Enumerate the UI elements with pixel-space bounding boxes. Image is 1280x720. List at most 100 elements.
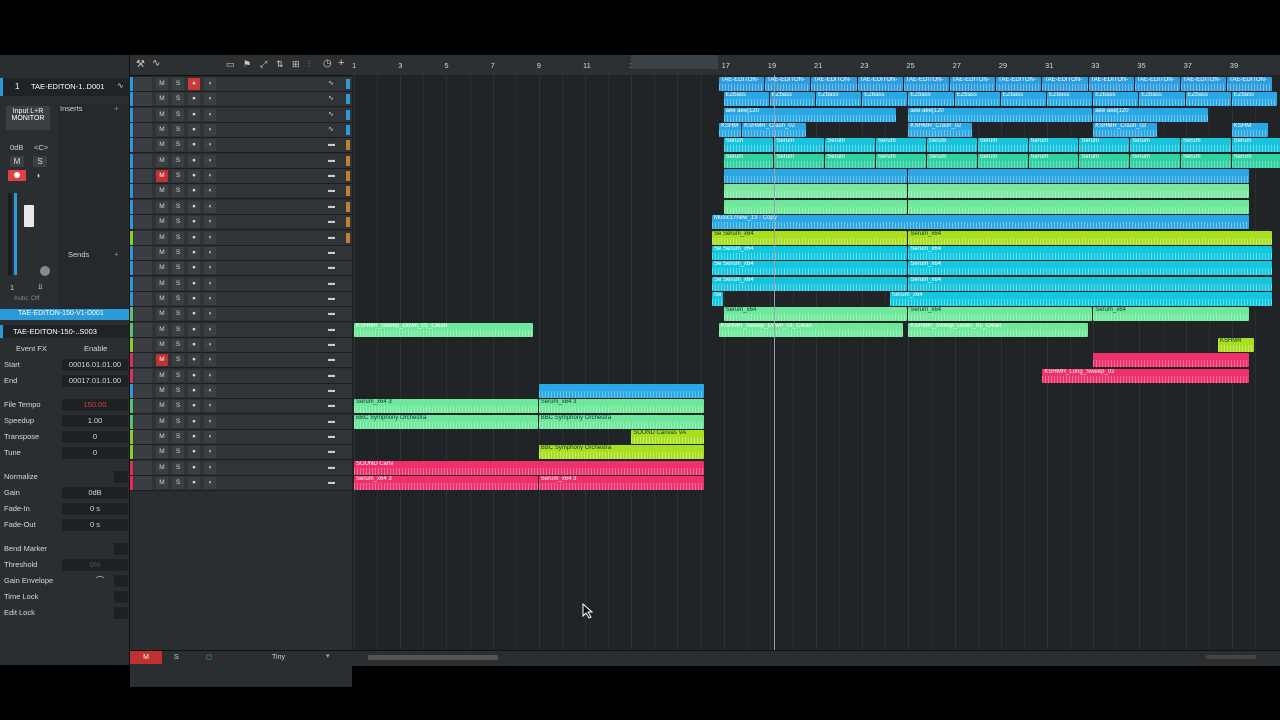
gain-field[interactable]: 0dB xyxy=(62,487,128,499)
track-monitor-icon[interactable]: ◖ xyxy=(204,369,216,382)
clip[interactable]: TAE-EDITON- xyxy=(1227,77,1273,91)
clip[interactable] xyxy=(723,199,908,214)
track-record-button[interactable]: ● xyxy=(188,338,200,351)
track-row[interactable]: M S ● ◖ ▬ xyxy=(130,261,352,277)
track-solo-button[interactable]: S xyxy=(172,185,184,198)
global-mute-button[interactable]: M xyxy=(130,651,162,664)
track-monitor-icon[interactable]: ◖ xyxy=(204,78,216,90)
clip[interactable]: Serum_x64 xyxy=(1093,307,1250,322)
track-name[interactable] xyxy=(221,338,326,352)
edit-lock-toggle[interactable] xyxy=(114,607,128,619)
track-row[interactable]: M S ● ◖ ▬ xyxy=(130,368,352,384)
clip[interactable]: Serum_x64 3 xyxy=(354,399,538,414)
track-monitor-icon[interactable]: ◖ xyxy=(204,246,216,259)
clip[interactable]: EZbass xyxy=(1000,92,1046,107)
track-name[interactable] xyxy=(221,200,326,214)
clip[interactable]: Serum xyxy=(825,153,876,168)
clip[interactable]: EZbass xyxy=(769,92,815,107)
track-monitor-icon[interactable]: ◖ xyxy=(204,431,216,444)
track-name[interactable] xyxy=(221,445,326,459)
track-name[interactable] xyxy=(221,154,326,168)
track-monitor-icon[interactable]: ◖ xyxy=(204,108,216,121)
track-row[interactable]: M S ● ◖ ▬ xyxy=(130,353,352,369)
track-monitor-icon[interactable]: ◖ xyxy=(204,124,216,137)
track-record-button[interactable]: ● xyxy=(188,415,200,428)
track-row[interactable]: M S ● ◖ ∿ xyxy=(130,107,352,123)
track-mute-button[interactable]: M xyxy=(156,78,168,90)
clip[interactable]: SOUND Canv xyxy=(354,460,705,475)
add-send-icon[interactable]: + xyxy=(114,250,119,259)
track-mute-button[interactable]: M xyxy=(156,170,168,183)
clip[interactable] xyxy=(908,184,1250,199)
clip[interactable]: KSHMR_Sweep_Down_01_Clean xyxy=(354,322,534,337)
track-name[interactable] xyxy=(221,169,326,183)
clip[interactable]: Serum_x64 3 xyxy=(538,399,705,414)
event-fx-enable[interactable]: Enable xyxy=(84,342,107,356)
track-solo-button[interactable]: S xyxy=(172,415,184,428)
channel-mute-button[interactable]: M xyxy=(10,156,24,167)
track-record-button[interactable]: ● xyxy=(188,108,200,121)
track-solo-button[interactable]: S xyxy=(172,323,184,336)
clip[interactable]: Serum xyxy=(1079,138,1130,153)
track-solo-button[interactable]: S xyxy=(172,308,184,321)
speedup-field[interactable]: 1.00 xyxy=(62,415,128,427)
track-name[interactable] xyxy=(221,215,326,229)
track-mute-button[interactable]: M xyxy=(156,461,168,474)
track-monitor-icon[interactable]: ◖ xyxy=(204,277,216,290)
track-solo-button[interactable]: S xyxy=(172,200,184,213)
track-monitor-icon[interactable]: ◖ xyxy=(204,461,216,474)
clip[interactable]: TAE-EDITON- xyxy=(903,77,949,91)
track-solo-button[interactable]: S xyxy=(172,277,184,290)
track-record-button[interactable]: ● xyxy=(188,446,200,459)
event-header[interactable]: TAE-EDITON-150-..S003 xyxy=(0,325,132,338)
clip[interactable]: Se Serum_x64 xyxy=(712,230,908,245)
clip[interactable] xyxy=(908,199,1250,214)
track-name[interactable] xyxy=(221,461,326,475)
track-row[interactable]: M S ● ◖ ▬ xyxy=(130,153,352,169)
arrange-view[interactable]: TAE-EDITON- TAE-EDITON- TAE-EDITON- TAE-EDI… xyxy=(352,75,1280,650)
track-record-button[interactable]: ● xyxy=(188,369,200,382)
gain-envelope-icon[interactable]: ⌒ xyxy=(96,575,110,587)
track-record-button[interactable]: ● xyxy=(188,93,200,106)
track-solo-button[interactable]: S xyxy=(172,262,184,275)
track-record-button[interactable]: ● xyxy=(188,461,200,474)
track-row[interactable]: M S ● ◖ ▬ xyxy=(130,430,352,446)
clip[interactable]: KSHMR_Sweep_Down_01_Clean xyxy=(718,322,903,337)
bend-marker-toggle[interactable] xyxy=(114,543,128,555)
automation-curve-icon[interactable]: ∿ xyxy=(152,58,160,69)
clip[interactable]: Serum xyxy=(926,138,977,153)
track-name[interactable] xyxy=(221,123,326,137)
clip[interactable]: Serum xyxy=(1231,153,1280,168)
track-solo-button[interactable]: S xyxy=(172,385,184,397)
clip[interactable]: BBC Symphony Orchestra xyxy=(354,414,538,429)
track-monitor-icon[interactable]: ◖ xyxy=(204,338,216,351)
global-solo-button[interactable]: S xyxy=(174,651,186,664)
clip[interactable]: EZbass xyxy=(1231,92,1277,107)
tracks-icon[interactable]: ⫶ xyxy=(308,59,310,70)
threshold-field[interactable]: 0% xyxy=(62,559,128,571)
track-monitor-icon[interactable]: ◖ xyxy=(204,93,216,106)
track-mute-button[interactable]: M xyxy=(156,354,168,367)
track-mute-button[interactable]: M xyxy=(156,400,168,413)
track-monitor-icon[interactable]: ◖ xyxy=(204,170,216,183)
clip[interactable]: KSHMR xyxy=(1217,337,1254,352)
track-row[interactable]: M S ● ◖ ∿ xyxy=(130,92,352,108)
track-row[interactable]: M S ● ◖ ▬ xyxy=(130,476,352,492)
track-solo-button[interactable]: S xyxy=(172,231,184,244)
track-name[interactable] xyxy=(221,292,326,306)
track-mute-button[interactable]: M xyxy=(156,200,168,213)
track-name[interactable] xyxy=(221,231,326,245)
screen-icon[interactable]: ▭ xyxy=(226,59,235,70)
expand-icon[interactable]: ⤢ xyxy=(260,59,267,70)
track-record-button[interactable]: ● xyxy=(188,185,200,198)
track-row[interactable]: M S ● ◖ ▬ xyxy=(130,245,352,261)
track-mute-button[interactable]: M xyxy=(156,277,168,290)
track-solo-button[interactable]: S xyxy=(172,354,184,367)
track-record-button[interactable]: ● xyxy=(188,477,200,490)
track-solo-button[interactable]: S xyxy=(172,400,184,413)
track-solo-button[interactable]: S xyxy=(172,124,184,137)
track-solo-button[interactable]: S xyxy=(172,338,184,351)
track-monitor-icon[interactable]: ◖ xyxy=(204,308,216,321)
track-monitor-icon[interactable]: ◖ xyxy=(204,154,216,167)
track-row[interactable]: M S ● ◖ ▬ xyxy=(130,337,352,353)
